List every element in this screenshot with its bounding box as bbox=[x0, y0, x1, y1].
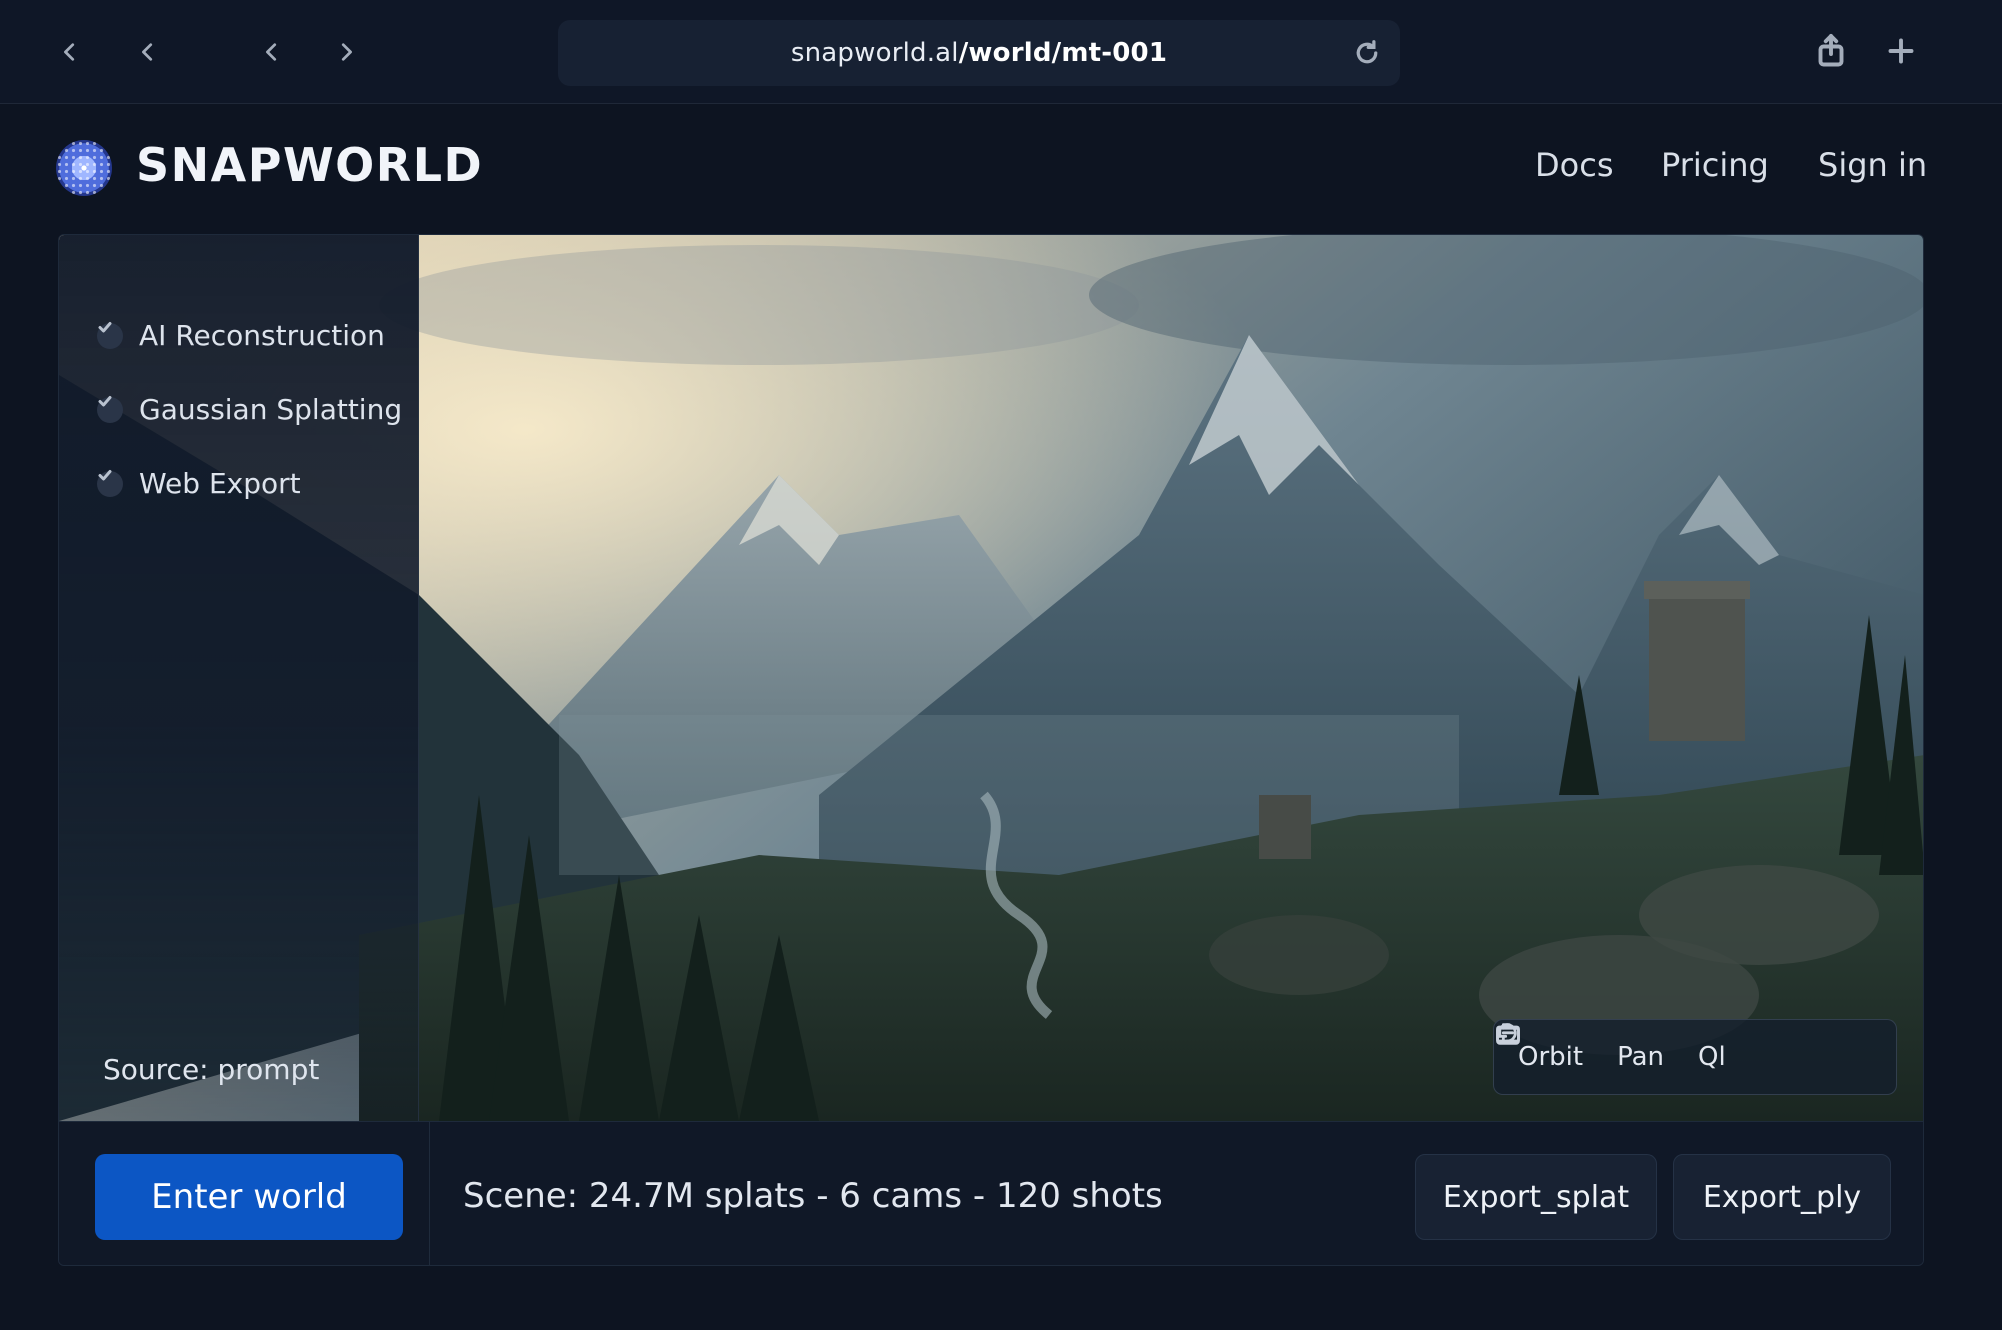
logo-sphere-icon bbox=[56, 140, 112, 196]
export-splat-button[interactable]: Export_splat bbox=[1415, 1154, 1657, 1240]
url-domain: snapworld.al bbox=[790, 38, 959, 68]
camera-frame-icon bbox=[1496, 1023, 1520, 1045]
url-text: snapworld.al/world/mt-001 bbox=[791, 38, 1167, 68]
chevron-left-icon[interactable] bbox=[250, 30, 294, 74]
feature-label: AI Reconstruction bbox=[139, 319, 385, 352]
view-controls: Orbit Pan Ql bbox=[1493, 1019, 1897, 1095]
enter-world-button[interactable]: Enter world bbox=[95, 1154, 403, 1240]
pan-button[interactable]: Pan bbox=[1496, 1025, 1664, 1072]
address-bar[interactable]: snapworld.al/world/mt-001 bbox=[558, 20, 1400, 86]
check-icon bbox=[97, 470, 123, 497]
nav-link-pricing[interactable]: Pricing bbox=[1661, 146, 1769, 184]
pan-label: Pan bbox=[1617, 1042, 1664, 1072]
orbit-button[interactable]: Orbit bbox=[1497, 1023, 1584, 1072]
chevron-right-icon[interactable] bbox=[324, 30, 368, 74]
ql-label: Ql bbox=[1698, 1042, 1726, 1072]
ql-button[interactable]: Ql bbox=[1496, 1023, 1726, 1072]
feature-label: Web Export bbox=[139, 467, 301, 500]
nav-link-sign-in[interactable]: Sign in bbox=[1818, 146, 1927, 184]
export-ply-button[interactable]: Export_ply bbox=[1673, 1154, 1891, 1240]
nav-link-docs[interactable]: Docs bbox=[1535, 146, 1613, 184]
feature-panel: AI Reconstruction Gaussian Splatting Web… bbox=[59, 235, 419, 1121]
check-icon bbox=[97, 322, 123, 349]
feature-label: Gaussian Splatting bbox=[139, 393, 403, 426]
reload-icon[interactable] bbox=[1352, 38, 1382, 68]
site-header: SNAPWORLD Docs Pricing Sign in bbox=[0, 104, 2002, 234]
action-bar: Enter world Scene: 24.7M splats - 6 cams… bbox=[59, 1121, 1923, 1265]
logo-text[interactable]: SNAPWORLD bbox=[136, 138, 483, 192]
new-tab-icon[interactable] bbox=[1878, 28, 1924, 74]
feature-item-web-export: Web Export bbox=[97, 467, 301, 500]
source-label: Source: prompt bbox=[103, 1053, 320, 1086]
feature-item-gaussian-splatting: Gaussian Splatting bbox=[97, 393, 402, 426]
feature-item-ai-reconstruction: AI Reconstruction bbox=[97, 319, 385, 352]
world-viewport[interactable]: AI Reconstruction Gaussian Splatting Web… bbox=[59, 235, 1923, 1121]
divider bbox=[429, 1122, 430, 1265]
back-icon[interactable] bbox=[48, 30, 92, 74]
orbit-label: Orbit bbox=[1518, 1042, 1584, 1072]
share-icon[interactable] bbox=[1808, 28, 1854, 74]
url-path: /world/mt-001 bbox=[958, 38, 1168, 68]
scene-stats: Scene: 24.7M splats - 6 cams - 120 shots bbox=[463, 1176, 1163, 1216]
world-card: AI Reconstruction Gaussian Splatting Web… bbox=[58, 234, 1924, 1266]
check-icon bbox=[97, 396, 123, 423]
history-back-icon[interactable] bbox=[126, 30, 170, 74]
browser-toolbar: snapworld.al/world/mt-001 bbox=[0, 0, 2002, 104]
